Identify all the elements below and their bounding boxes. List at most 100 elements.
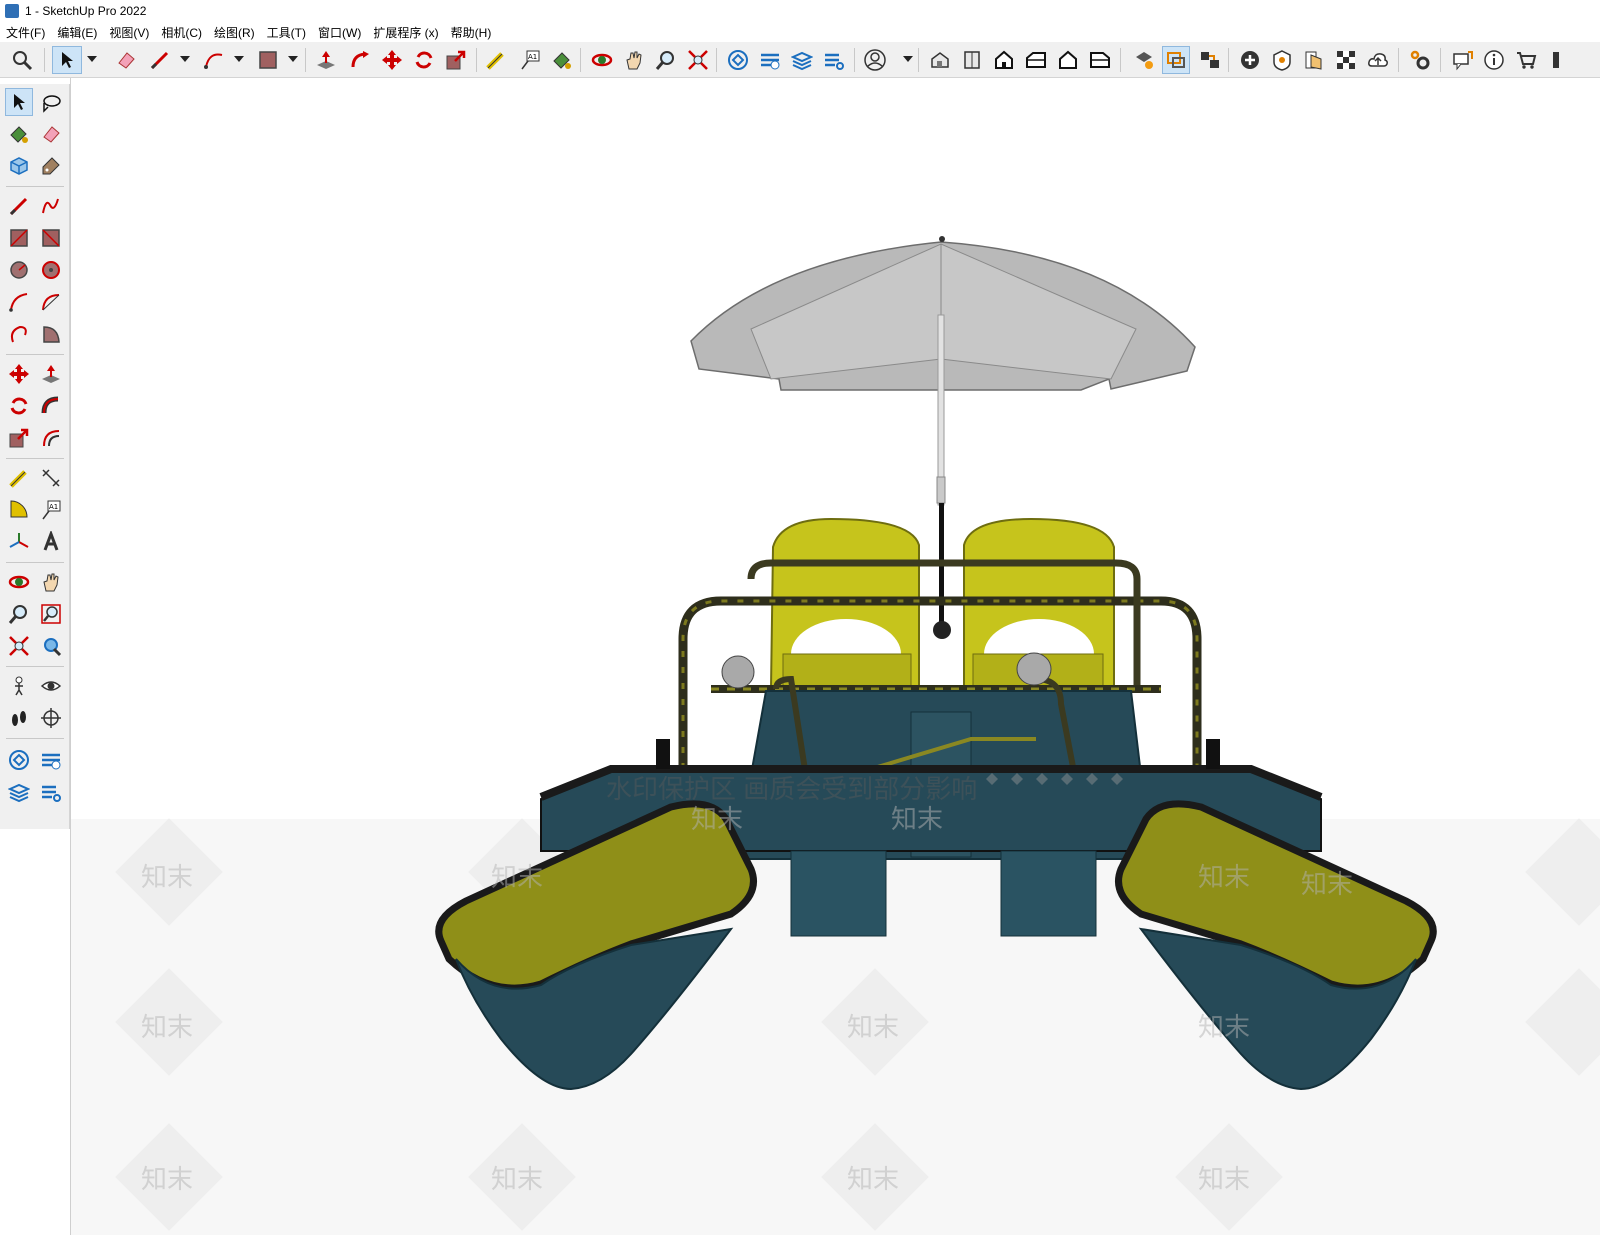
- warehouse-icon[interactable]: [724, 46, 752, 74]
- scale-tool-icon[interactable]: [442, 46, 470, 74]
- pie-icon[interactable]: [37, 320, 65, 348]
- menu-camera[interactable]: 相机(C): [155, 24, 208, 41]
- layers-icon[interactable]: [788, 46, 816, 74]
- menu-view[interactable]: 视图(V): [103, 24, 155, 41]
- axes-icon[interactable]: [5, 528, 33, 556]
- menu-window[interactable]: 窗口(W): [312, 24, 367, 41]
- eraser-icon[interactable]: [112, 46, 140, 74]
- push-pull-left-icon[interactable]: [37, 360, 65, 388]
- zoom-extents-icon[interactable]: [8, 46, 36, 74]
- cloud-upload-icon[interactable]: [1364, 46, 1392, 74]
- account-icon[interactable]: [860, 46, 890, 74]
- menu-tools[interactable]: 工具(T): [261, 24, 312, 41]
- left-view-icon[interactable]: [1086, 46, 1114, 74]
- arc-tool-icon[interactable]: [200, 46, 228, 74]
- eraser-left-icon[interactable]: [37, 120, 65, 148]
- warehouse-left-icon[interactable]: [5, 746, 33, 774]
- circle-icon[interactable]: [5, 256, 33, 284]
- shapes-dropdown-icon[interactable]: [288, 56, 298, 62]
- front-view-icon[interactable]: [990, 46, 1018, 74]
- tape-measure-left-icon[interactable]: [5, 464, 33, 492]
- top-view-icon[interactable]: [958, 46, 986, 74]
- 3d-text-icon[interactable]: [37, 528, 65, 556]
- text-tool-icon[interactable]: A1: [516, 46, 544, 74]
- look-around-icon[interactable]: [37, 672, 65, 700]
- move-tool-icon[interactable]: [378, 46, 406, 74]
- zoom-extents-tool-icon[interactable]: [684, 46, 712, 74]
- orbit-icon[interactable]: [5, 568, 33, 596]
- line-tool-icon[interactable]: [146, 46, 174, 74]
- protractor-icon[interactable]: [5, 496, 33, 524]
- rotate-tool-icon[interactable]: [410, 46, 438, 74]
- extension-warehouse-left-icon[interactable]: [37, 746, 65, 774]
- menu-file[interactable]: 文件(F): [0, 24, 51, 41]
- rectangle-tool-icon[interactable]: [254, 46, 282, 74]
- arc-dropdown-icon[interactable]: [234, 56, 244, 62]
- line-dropdown-icon[interactable]: [180, 56, 190, 62]
- back-view-icon[interactable]: [1054, 46, 1082, 74]
- select-dropdown-icon[interactable]: [87, 56, 97, 62]
- previous-view-icon[interactable]: [37, 632, 65, 660]
- select-tool-button[interactable]: [52, 46, 82, 74]
- zoom-extents-left-icon[interactable]: [5, 632, 33, 660]
- arc-icon[interactable]: [5, 288, 33, 316]
- polygon-icon[interactable]: [37, 256, 65, 284]
- info-icon[interactable]: [1480, 46, 1508, 74]
- model-viewport[interactable]: 水印保护区 画质会受到部分影响 知末 知末 知末 知末 知末 知末 知末 知末 …: [71, 79, 1600, 1235]
- cart-icon[interactable]: [1512, 46, 1540, 74]
- extension-settings-left-icon[interactable]: [37, 778, 65, 806]
- overflow-icon[interactable]: [1546, 46, 1566, 74]
- pencil-icon[interactable]: [5, 192, 33, 220]
- section-plane-left-icon[interactable]: [37, 704, 65, 732]
- make-component-icon[interactable]: [5, 152, 33, 180]
- two-point-arc-icon[interactable]: [37, 288, 65, 316]
- lasso-select-icon[interactable]: [37, 88, 65, 116]
- paint-bucket-icon[interactable]: [548, 46, 576, 74]
- push-pull-icon[interactable]: [312, 46, 340, 74]
- message-icon[interactable]: [1448, 46, 1476, 74]
- extension-settings-icon[interactable]: [820, 46, 848, 74]
- shadow-settings-icon[interactable]: [1268, 46, 1296, 74]
- three-point-arc-icon[interactable]: [5, 320, 33, 348]
- select-icon[interactable]: [5, 88, 33, 116]
- add-location-icon[interactable]: [1236, 46, 1264, 74]
- freehand-icon[interactable]: [37, 192, 65, 220]
- solid-inspector-icon[interactable]: [1130, 46, 1158, 74]
- preferences-gears-icon[interactable]: [1406, 46, 1434, 74]
- position-camera-icon[interactable]: [5, 672, 33, 700]
- dimension-icon[interactable]: [37, 464, 65, 492]
- pedal-boat-model: [435, 236, 1437, 1091]
- paint-icon[interactable]: [5, 120, 33, 148]
- rectangle-icon[interactable]: [5, 224, 33, 252]
- rotate-icon[interactable]: [5, 392, 33, 420]
- tape-measure-icon[interactable]: [482, 46, 510, 74]
- follow-me-icon[interactable]: [346, 46, 374, 74]
- pan-tool-icon[interactable]: [620, 46, 648, 74]
- orbit-tool-icon[interactable]: [588, 46, 616, 74]
- styles-icon[interactable]: [1300, 46, 1328, 74]
- right-view-icon[interactable]: [1022, 46, 1050, 74]
- menu-draw[interactable]: 绘图(R): [208, 24, 261, 41]
- menu-edit[interactable]: 编辑(E): [51, 24, 103, 41]
- iso-view-icon[interactable]: [926, 46, 954, 74]
- scene-export-icon[interactable]: [1196, 46, 1224, 74]
- menu-help[interactable]: 帮助(H): [445, 24, 498, 41]
- pan-icon[interactable]: [37, 568, 65, 596]
- zoom-icon[interactable]: [5, 600, 33, 628]
- layers-left-icon[interactable]: [5, 778, 33, 806]
- scale-icon[interactable]: [5, 424, 33, 452]
- extension-manager-icon[interactable]: [756, 46, 784, 74]
- offset-icon[interactable]: [37, 424, 65, 452]
- follow-me-left-icon[interactable]: [37, 392, 65, 420]
- materials-icon[interactable]: [1332, 46, 1360, 74]
- text-left-icon[interactable]: A1: [37, 496, 65, 524]
- zoom-tool-icon[interactable]: [652, 46, 680, 74]
- tag-icon[interactable]: [37, 152, 65, 180]
- menu-extensions[interactable]: 扩展程序 (x): [367, 24, 444, 41]
- section-plane-icon[interactable]: [1162, 46, 1190, 74]
- account-dropdown-icon[interactable]: [903, 56, 913, 62]
- zoom-window-icon[interactable]: [37, 600, 65, 628]
- rotated-rectangle-icon[interactable]: [37, 224, 65, 252]
- move-icon[interactable]: [5, 360, 33, 388]
- walk-icon[interactable]: [5, 704, 33, 732]
